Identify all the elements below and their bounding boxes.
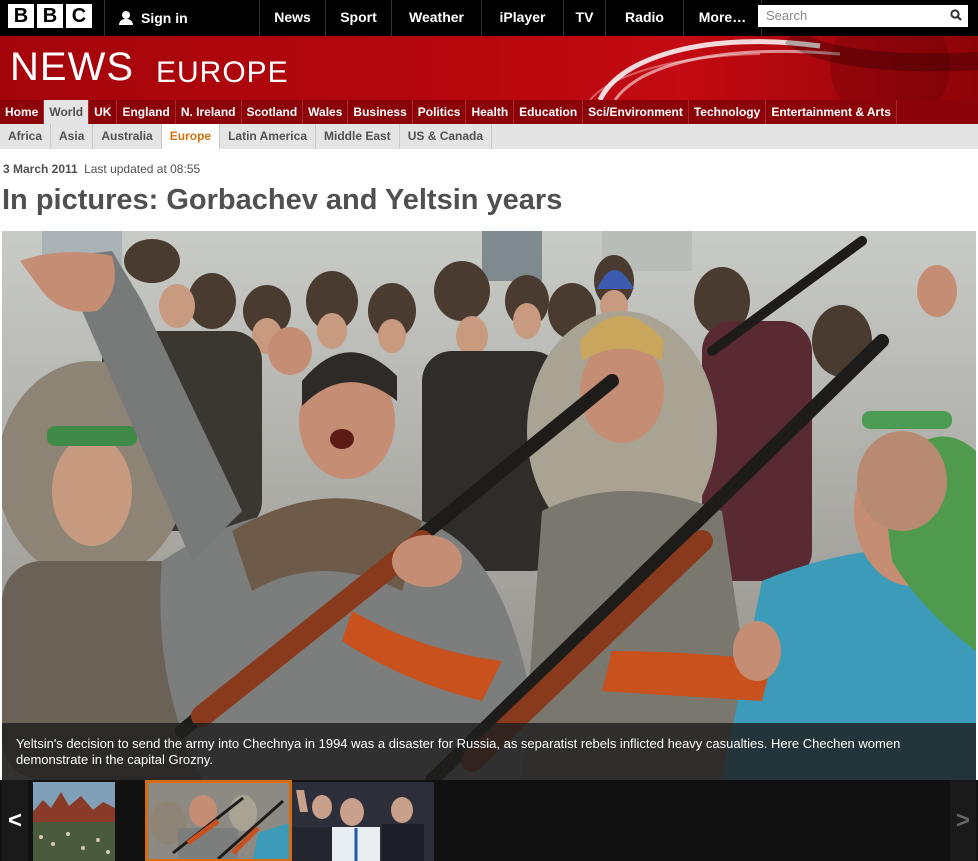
user-icon [119,11,133,25]
subnav-africa[interactable]: Africa [0,124,52,149]
photo-caption: Yeltsin's decision to send the army into… [2,723,976,780]
bbc-top-bar: B B C Sign in News Sport Weather iPlayer… [0,0,978,36]
nav-n-ireland[interactable]: N. Ireland [176,100,242,124]
top-nav-sport[interactable]: Sport [326,0,392,36]
bbc-logo-letter: B [37,4,63,28]
news-title[interactable]: NEWS [10,45,134,90]
sub-nav: Africa Asia Australia Europe Latin Ameri… [0,124,978,149]
sign-in-link[interactable]: Sign in [104,0,260,36]
top-nav-weather[interactable]: Weather [392,0,482,36]
section-title[interactable]: EUROPE [156,56,289,90]
gallery-main-photo[interactable] [2,231,976,780]
dateline: 3 March 2011 Last updated at 08:55 [3,162,200,176]
subnav-us-canada[interactable]: US & Canada [400,124,493,149]
top-nav: News Sport Weather iPlayer TV Radio More… [260,0,762,36]
nav-politics[interactable]: Politics [413,100,467,124]
protest-photo [2,231,976,780]
sign-in-label: Sign in [141,10,188,26]
top-nav-radio[interactable]: Radio [606,0,684,36]
gallery-thumbnail-yeltsin[interactable] [292,782,434,861]
top-nav-iplayer[interactable]: iPlayer [482,0,564,36]
masthead-swoosh-graphic [589,36,978,100]
top-nav-more[interactable]: More… [684,0,762,36]
subnav-europe[interactable]: Europe [161,124,221,149]
top-nav-news[interactable]: News [260,0,326,36]
gallery-thumbnail-red-square[interactable] [33,782,115,861]
nav-business[interactable]: Business [348,100,413,124]
nav-scotland[interactable]: Scotland [242,100,304,124]
search-icon[interactable] [950,9,962,21]
next-arrow-button[interactable]: > [950,780,976,861]
nav-wales[interactable]: Wales [303,100,349,124]
subnav-middle-east[interactable]: Middle East [316,124,400,149]
search-box [758,5,968,27]
subnav-latin-america[interactable]: Latin America [220,124,316,149]
page-title: In pictures: Gorbachev and Yeltsin years [2,184,563,216]
top-nav-tv[interactable]: TV [564,0,606,36]
nav-technology[interactable]: Technology [689,100,767,124]
article-date: 3 March 2011 [3,162,78,176]
bbc-logo[interactable]: B B C [8,4,92,28]
search-input[interactable] [758,5,954,25]
news-masthead: NEWS EUROPE [0,36,978,100]
previous-arrow-button[interactable]: < [2,780,28,861]
nav-home[interactable]: Home [0,100,45,124]
nav-health[interactable]: Health [466,100,515,124]
last-updated: Last updated at 08:55 [84,162,201,176]
nav-world[interactable]: World [44,100,90,124]
main-nav: Home World UK England N. Ireland Scotlan… [0,100,978,124]
gallery-thumbnail-chechnya-selected[interactable] [145,780,292,861]
bbc-logo-letter: C [66,4,92,28]
nav-education[interactable]: Education [514,100,584,124]
nav-england[interactable]: England [117,100,176,124]
nav-entertainment-arts[interactable]: Entertainment & Arts [766,100,897,124]
bbc-logo-letter: B [8,4,34,28]
subnav-asia[interactable]: Asia [51,124,94,149]
nav-sci-environment[interactable]: Sci/Environment [583,100,689,124]
gallery-filmstrip: < > [0,780,978,861]
nav-uk[interactable]: UK [89,100,118,124]
subnav-australia[interactable]: Australia [93,124,162,149]
